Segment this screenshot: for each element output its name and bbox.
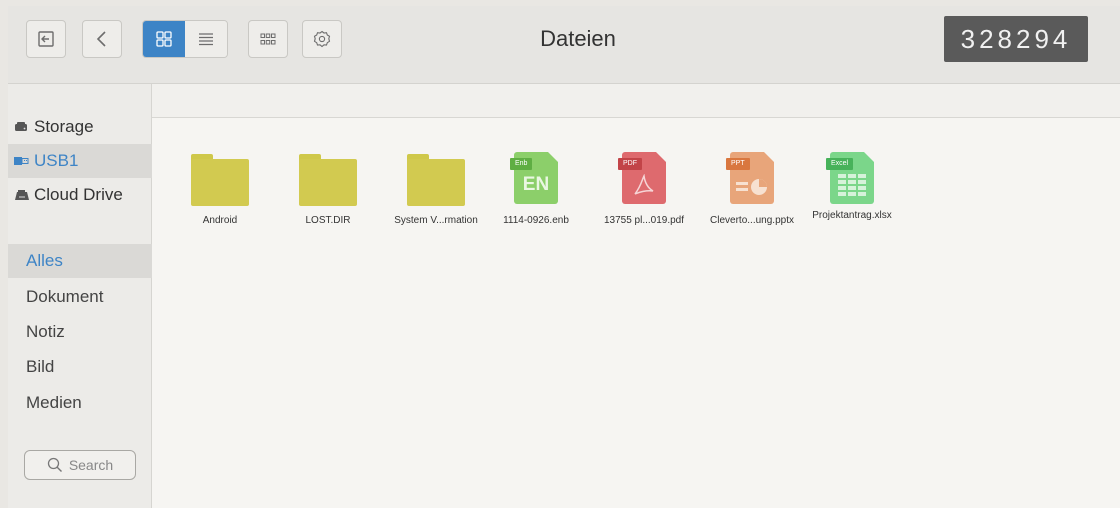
category-medien[interactable]: Medien xyxy=(8,386,152,420)
sidebar-item-cloud-drive[interactable]: Cloud Drive xyxy=(8,178,152,212)
spreadsheet-icon xyxy=(838,174,866,196)
file-name: LOST.DIR xyxy=(305,215,351,226)
page-title: Dateien xyxy=(540,26,616,51)
file-item-xlsx[interactable]: Excel Projektantrag.xlsx xyxy=(802,146,902,236)
file-name: System V...rmation xyxy=(394,215,478,226)
file-type-tag: Enb xyxy=(510,158,533,170)
settings-button[interactable] xyxy=(302,20,342,58)
category-bild[interactable]: Bild xyxy=(8,350,152,384)
acrobat-icon xyxy=(634,174,654,195)
file-item-pdf[interactable]: PDF 13755 pl...019.pdf xyxy=(594,146,694,236)
category-alles[interactable]: Alles xyxy=(8,244,152,278)
search-button[interactable]: Search xyxy=(24,450,136,480)
file-type-tag: PPT xyxy=(726,158,750,170)
counter-display: 328294 xyxy=(944,16,1088,62)
sidebar-item-label: Cloud Drive xyxy=(34,185,123,204)
file-item-pptx[interactable]: PPT Cleverto...ung.pptx xyxy=(702,146,802,236)
enb-glyph: EN xyxy=(522,174,550,195)
folder-icon xyxy=(299,154,357,206)
list-view-icon xyxy=(199,33,213,46)
grid-view-icon xyxy=(156,31,172,47)
folder-icon xyxy=(191,154,249,206)
file-grid: Android LOST.DIR System V...rmation Enb … xyxy=(152,84,1120,508)
pptx-file-icon: PPT xyxy=(726,152,774,204)
file-item-system-volume-information[interactable]: System V...rmation xyxy=(386,146,486,236)
usb-icon xyxy=(14,155,30,167)
search-label: Search xyxy=(68,457,114,473)
sidebar-item-storage[interactable]: Storage xyxy=(8,110,152,144)
sidebar: Storage USB1 Cloud Drive Alles Dokument … xyxy=(8,84,152,508)
category-notiz[interactable]: Notiz xyxy=(8,315,152,349)
sidebar-item-usb1[interactable]: USB1 xyxy=(8,144,152,178)
file-type-tag: Excel xyxy=(826,158,854,170)
exit-icon xyxy=(38,31,54,47)
exit-button[interactable] xyxy=(26,20,66,58)
file-item-lost-dir[interactable]: LOST.DIR xyxy=(278,146,378,236)
file-item-android[interactable]: Android xyxy=(170,146,270,236)
search-icon xyxy=(47,457,62,472)
path-bar xyxy=(152,84,1120,118)
folder-icon xyxy=(407,154,465,206)
pdf-file-icon: PDF xyxy=(618,152,666,204)
gear-icon xyxy=(313,30,331,48)
sidebar-item-label: USB1 xyxy=(34,151,79,170)
file-type-tag: PDF xyxy=(618,158,642,170)
presentation-icon xyxy=(736,179,767,195)
grid-view-button[interactable] xyxy=(143,21,185,57)
back-button[interactable] xyxy=(82,20,122,58)
file-name: Cleverto...ung.pptx xyxy=(710,215,794,226)
view-mode-toggle xyxy=(142,20,228,58)
enb-file-icon: Enb EN xyxy=(510,152,558,204)
hard-drive-icon xyxy=(14,121,30,133)
file-name: Android xyxy=(202,215,238,226)
cloud-drive-icon xyxy=(14,189,30,201)
sidebar-item-label: Storage xyxy=(34,117,94,136)
file-manager-window: Dateien 328294 Storage USB1 Cloud Drive … xyxy=(8,6,1120,508)
top-bar: Dateien 328294 xyxy=(8,6,1120,84)
file-name: 13755 pl...019.pdf xyxy=(603,215,685,226)
chevron-left-icon xyxy=(96,31,106,47)
file-name: Projektantrag.xlsx xyxy=(812,210,892,221)
file-item-enb[interactable]: Enb EN 1114-0926.enb xyxy=(486,146,586,236)
file-name: 1114-0926.enb xyxy=(503,215,569,226)
multi-select-icon xyxy=(260,33,276,45)
category-dokument[interactable]: Dokument xyxy=(8,280,152,314)
list-view-button[interactable] xyxy=(185,21,227,57)
xlsx-file-icon: Excel xyxy=(826,152,874,204)
multi-select-button[interactable] xyxy=(248,20,288,58)
